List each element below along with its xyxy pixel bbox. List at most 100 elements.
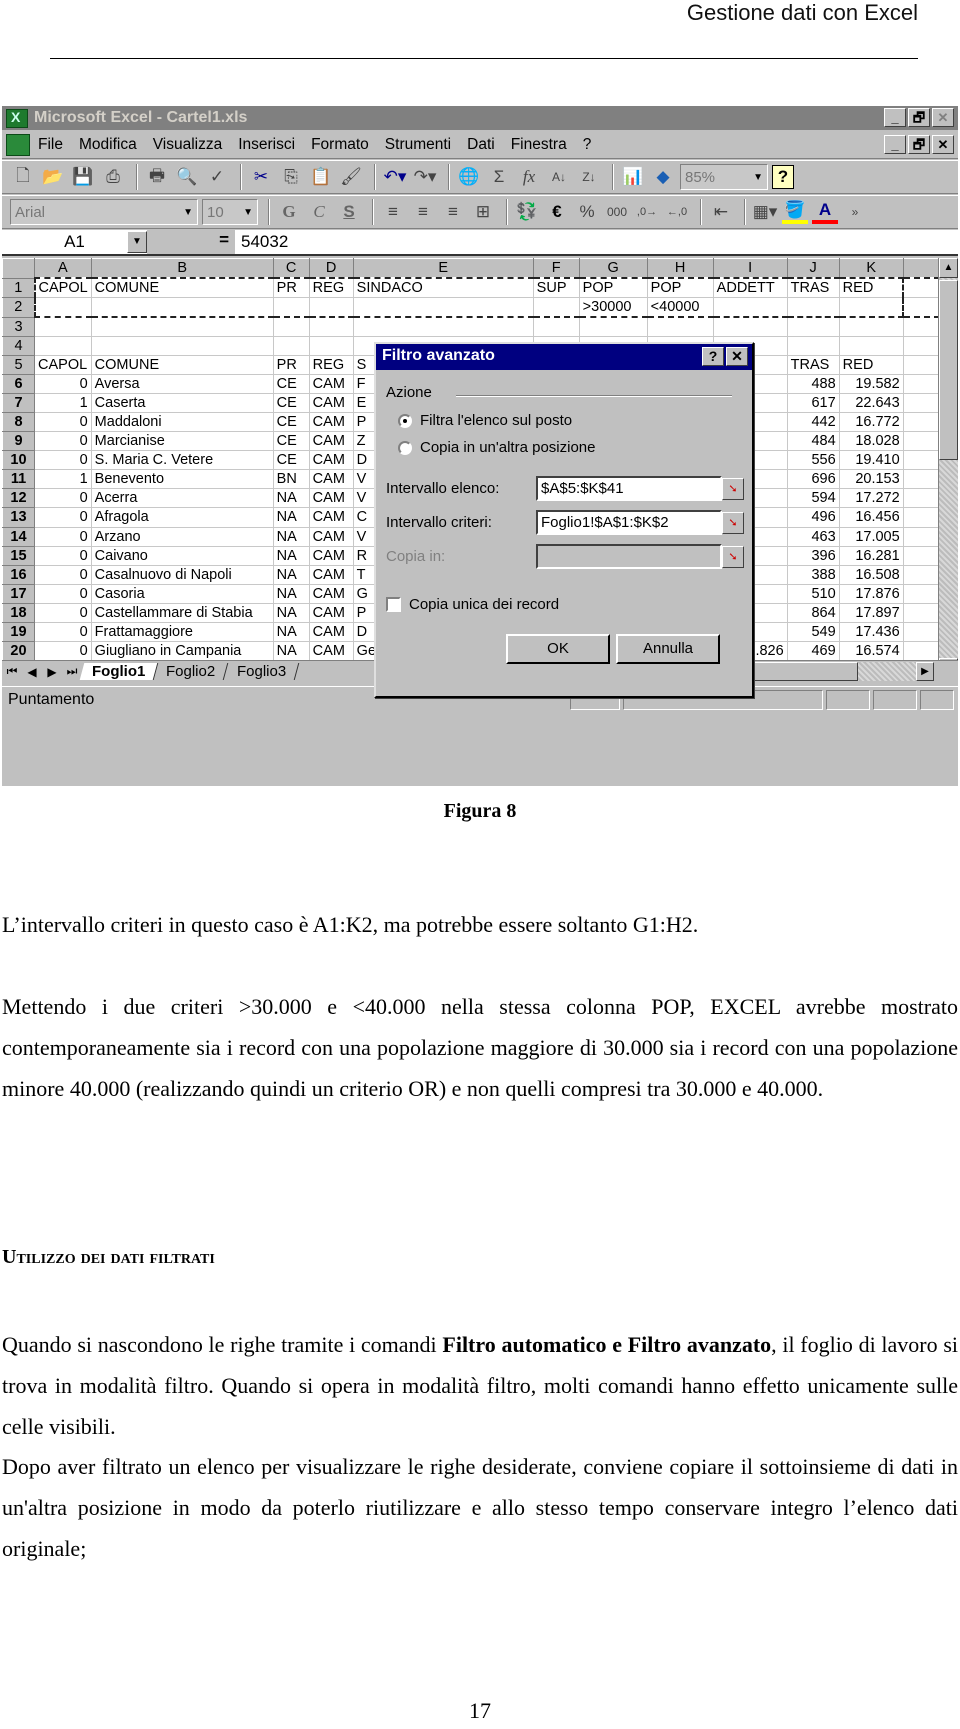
cell[interactable]: TRAS — [786, 277, 840, 298]
row-header[interactable]: 12 — [2, 488, 35, 509]
criteria-range-input[interactable]: Foglio1!$A$1:$K$2 — [536, 510, 722, 535]
cell[interactable]: 17.876 — [838, 583, 904, 604]
col-header-g[interactable]: G — [578, 258, 648, 279]
dialog-help-button[interactable]: ? — [702, 347, 724, 366]
col-header-b[interactable]: B — [90, 258, 274, 279]
cell[interactable]: REG — [308, 277, 354, 298]
cell[interactable] — [786, 335, 840, 356]
col-header-j[interactable]: J — [786, 258, 840, 279]
cell[interactable] — [902, 392, 940, 413]
cell[interactable]: 442 — [786, 411, 840, 433]
collapse-dialog-icon[interactable]: ➘ — [722, 546, 744, 568]
indent-icon[interactable]: ⇤ — [708, 200, 734, 224]
cell[interactable]: 469 — [786, 641, 840, 662]
cell[interactable]: 0 — [34, 564, 92, 585]
close-button[interactable]: ✕ — [932, 108, 954, 127]
dialog-close-button[interactable]: ✕ — [726, 347, 748, 366]
cell[interactable]: CAPOL — [33, 277, 92, 298]
permission-icon[interactable]: ⎙ — [100, 165, 126, 189]
cell[interactable] — [33, 297, 92, 318]
cell[interactable]: 463 — [786, 526, 840, 547]
cell[interactable]: RED — [838, 354, 904, 375]
cell[interactable]: 488 — [786, 373, 840, 394]
cell[interactable]: NA — [272, 526, 310, 547]
cell[interactable]: NA — [272, 583, 310, 604]
help-icon[interactable]: ? — [772, 165, 794, 189]
cell[interactable]: 20.153 — [838, 469, 904, 490]
cell[interactable] — [902, 411, 940, 433]
cell[interactable]: NA — [272, 602, 310, 624]
cell[interactable]: NA — [272, 488, 310, 509]
cell[interactable] — [352, 297, 534, 318]
cell[interactable]: CAPOL — [34, 354, 92, 375]
col-header-a[interactable]: A — [34, 258, 92, 279]
autosum-icon[interactable]: Σ — [486, 165, 512, 189]
cell[interactable]: NA — [272, 641, 310, 662]
cell[interactable]: 0 — [34, 431, 92, 452]
row-header[interactable]: 8 — [2, 411, 35, 433]
cell[interactable]: Maddaloni — [90, 411, 274, 433]
cell[interactable] — [712, 297, 788, 318]
cell[interactable] — [34, 335, 92, 356]
cell[interactable] — [902, 488, 940, 509]
print-preview-icon[interactable]: 🔍 — [174, 165, 200, 189]
cell[interactable]: 16.281 — [838, 545, 904, 566]
cell[interactable]: CE — [272, 431, 310, 452]
cell[interactable]: Casoria — [90, 583, 274, 604]
cell[interactable]: PR — [272, 354, 310, 375]
cell[interactable] — [902, 583, 940, 604]
cell[interactable]: 594 — [786, 488, 840, 509]
cell[interactable]: PR — [272, 277, 310, 298]
cell[interactable]: CAM — [308, 641, 354, 662]
cell[interactable]: RED — [838, 277, 905, 298]
menu-file[interactable]: File — [38, 136, 63, 154]
cell[interactable]: 0 — [34, 545, 92, 566]
row-header[interactable]: 15 — [2, 545, 35, 566]
formula-equals[interactable]: = — [147, 230, 235, 254]
cell[interactable] — [902, 602, 940, 624]
cell[interactable] — [532, 297, 580, 318]
cell[interactable]: 1 — [34, 469, 92, 490]
cell[interactable]: Casalnuovo di Napoli — [90, 564, 274, 585]
collapse-dialog-icon[interactable]: ➘ — [722, 512, 744, 534]
borders-icon[interactable]: ▦▾ — [752, 200, 778, 224]
row-header[interactable]: 4 — [2, 335, 35, 356]
cell[interactable] — [902, 526, 940, 547]
row-header[interactable]: 11 — [2, 469, 35, 490]
cell[interactable]: COMUNE — [90, 354, 274, 375]
cell[interactable]: CE — [272, 450, 310, 471]
cell[interactable]: CAM — [308, 526, 354, 547]
cell[interactable] — [838, 316, 904, 337]
fill-color-icon[interactable]: 🪣 — [782, 200, 808, 224]
row-header[interactable]: 3 — [2, 316, 35, 337]
ok-button[interactable]: OK — [506, 634, 610, 664]
cell[interactable]: CAM — [308, 583, 354, 604]
cell[interactable] — [308, 316, 354, 337]
cell[interactable]: Afragola — [90, 507, 274, 528]
row-header[interactable]: 1 — [2, 277, 35, 298]
cell[interactable]: 0 — [34, 450, 92, 471]
minimize-button[interactable]: _ — [884, 108, 906, 127]
spelling-icon[interactable]: ✓ — [204, 165, 230, 189]
cell[interactable]: 510 — [786, 583, 840, 604]
cell[interactable] — [902, 354, 940, 375]
decrease-decimal-icon[interactable]: ←,0 — [664, 200, 690, 224]
col-header-h[interactable]: H — [646, 258, 714, 279]
workbook-icon[interactable] — [6, 133, 30, 156]
menu-inserisci[interactable]: Inserisci — [238, 136, 295, 154]
cell[interactable]: CAM — [308, 392, 354, 413]
col-header-i[interactable]: I — [712, 258, 788, 279]
col-header-k[interactable]: K — [838, 258, 904, 279]
unique-records-checkbox[interactable] — [386, 597, 401, 612]
row-header[interactable]: 2 — [2, 297, 35, 318]
cell[interactable]: 22.643 — [838, 392, 904, 413]
cell[interactable] — [646, 316, 714, 337]
cell[interactable]: Frattamaggiore — [90, 621, 274, 643]
cell[interactable]: BN — [272, 469, 310, 490]
cell[interactable]: 484 — [786, 431, 840, 452]
cell[interactable]: 549 — [786, 621, 840, 643]
col-header-e[interactable]: E — [352, 258, 534, 279]
cell[interactable] — [902, 373, 940, 394]
cell[interactable] — [902, 564, 940, 585]
row-header[interactable]: 18 — [2, 602, 35, 624]
